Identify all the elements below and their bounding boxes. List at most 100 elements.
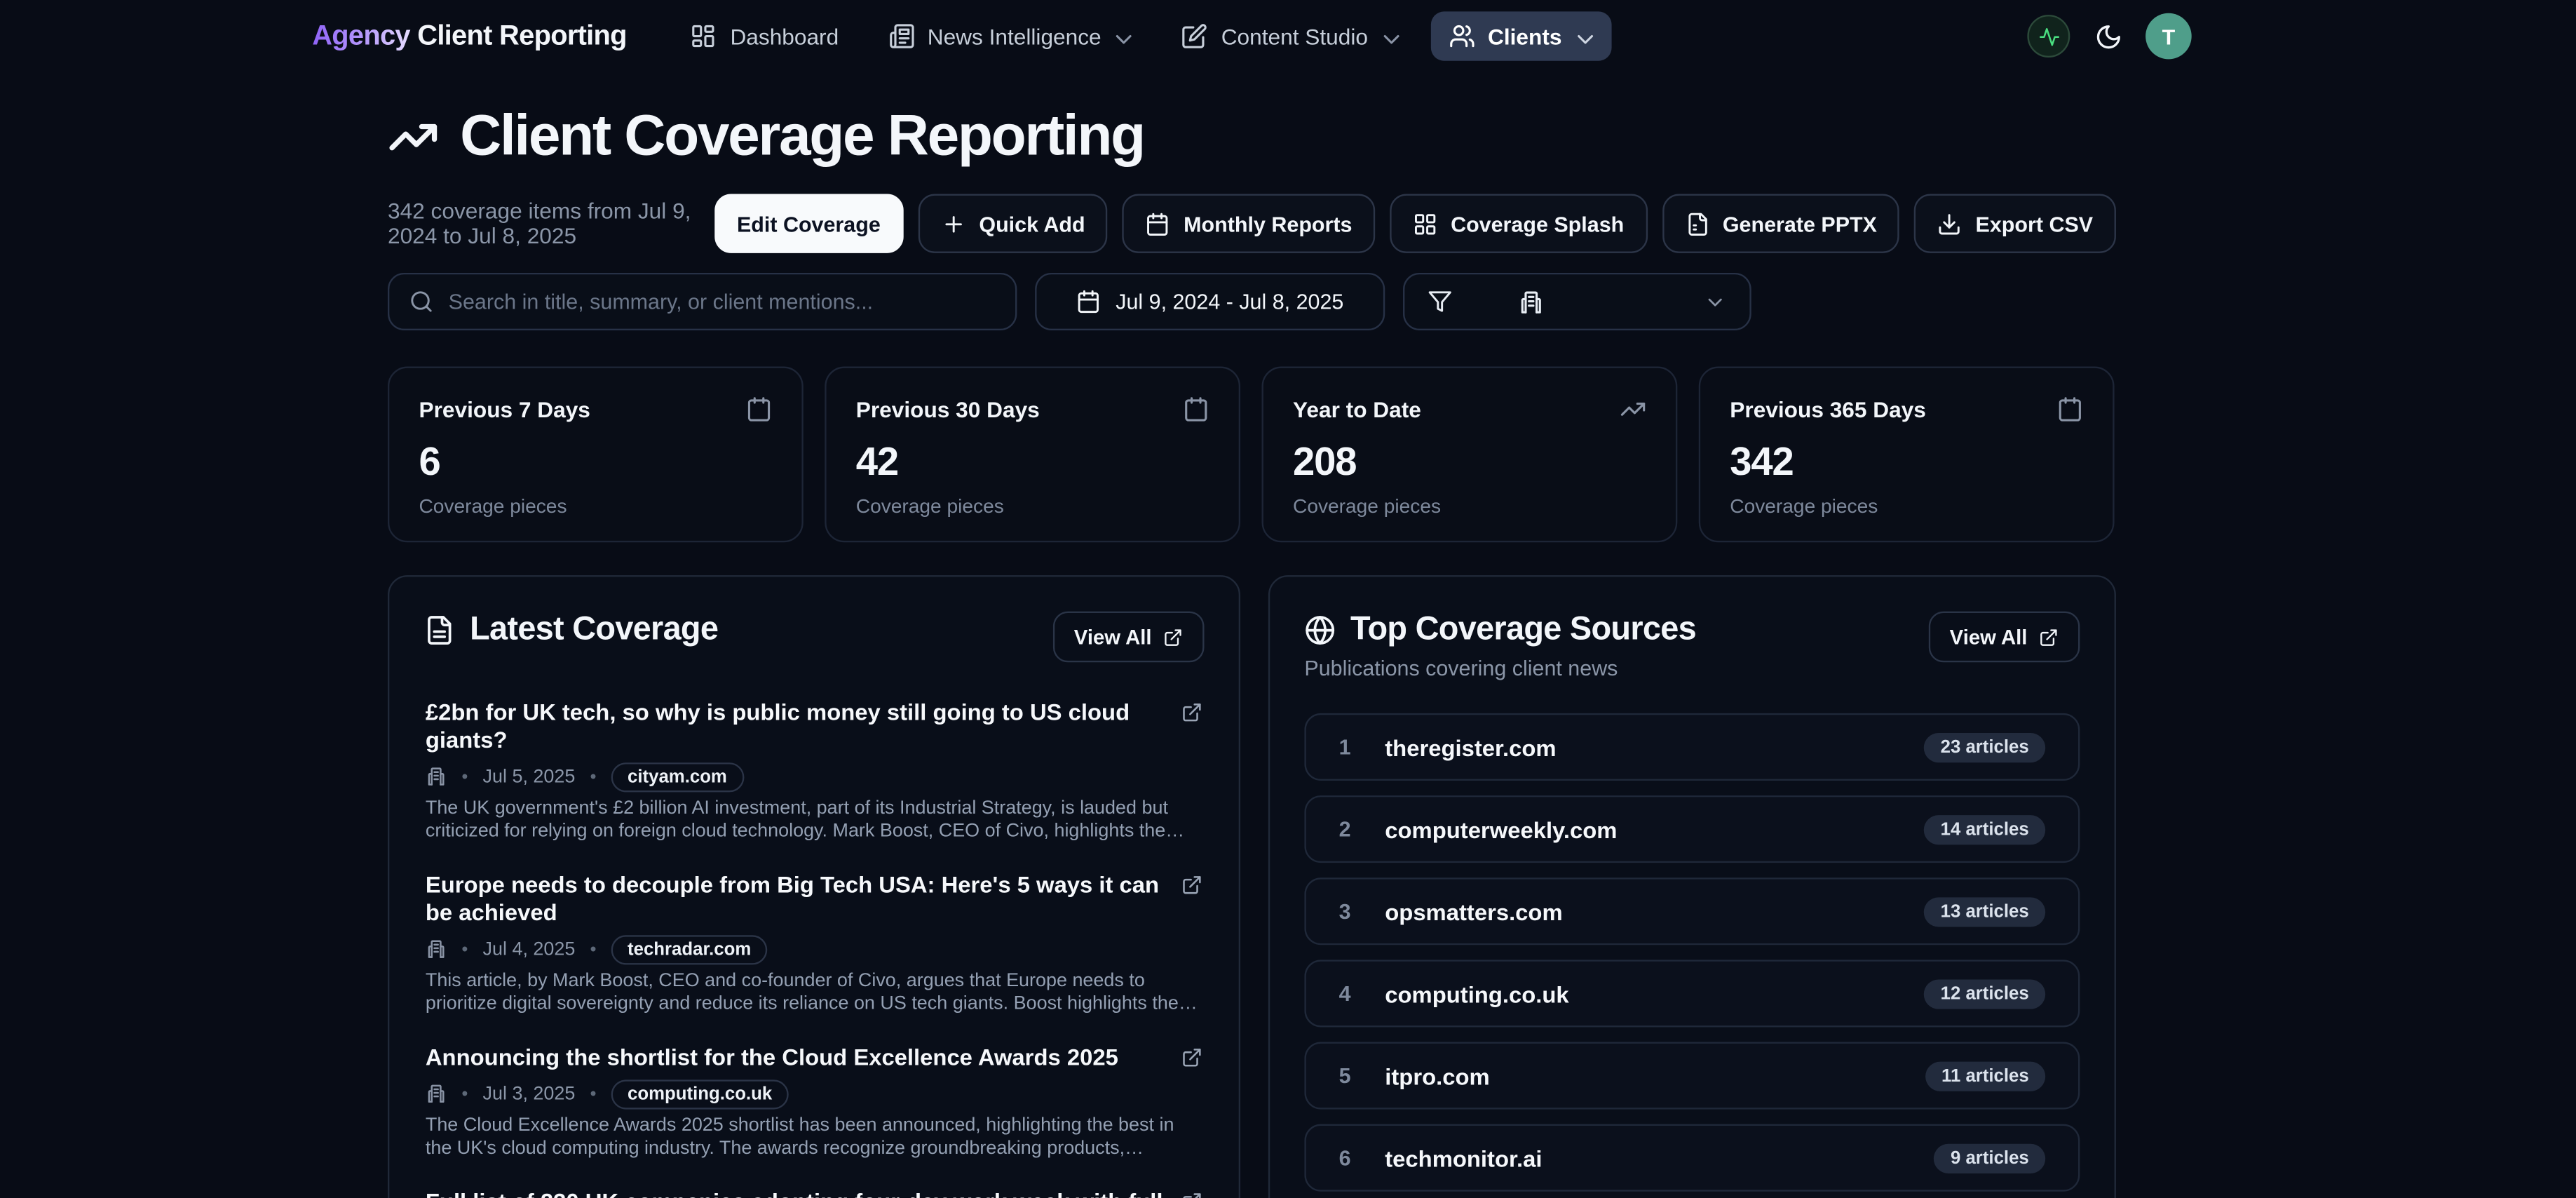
monthly-reports-button[interactable]: Monthly Reports xyxy=(1123,194,1375,253)
source-rank: 2 xyxy=(1339,817,1364,842)
external-link-icon[interactable] xyxy=(1181,1192,1202,1198)
top-sources-title: Top Coverage Sources xyxy=(1350,612,1696,650)
quick-add-button[interactable]: Quick Add xyxy=(918,194,1109,253)
external-link-icon xyxy=(2039,627,2059,647)
article-title-link[interactable]: Announcing the shortlist for the Cloud E… xyxy=(426,1044,1118,1072)
globe-icon xyxy=(1304,614,1336,646)
source-row[interactable]: 1 theregister.com 23 articles xyxy=(1304,713,2080,781)
article-title-link[interactable]: £2bn for UK tech, so why is public money… xyxy=(426,699,1165,755)
latest-coverage-panel: Latest Coverage View All £2bn for UK tec… xyxy=(388,575,1240,1198)
download-icon xyxy=(1938,211,1962,236)
export-csv-button[interactable]: Export CSV xyxy=(1915,194,2116,253)
client-filter-select[interactable] xyxy=(1403,273,1751,330)
nav-item-content-studio[interactable]: Content Studio xyxy=(1164,11,1418,60)
source-row[interactable]: 3 opsmatters.com 13 articles xyxy=(1304,877,2080,945)
external-link-icon[interactable] xyxy=(1181,875,1202,896)
user-avatar[interactable]: T xyxy=(2145,13,2192,60)
article-source-pill[interactable]: cityam.com xyxy=(611,762,744,791)
article-title-link[interactable]: Europe needs to decouple from Big Tech U… xyxy=(426,871,1165,927)
plus-icon xyxy=(941,211,965,236)
view-all-label: View All xyxy=(1950,626,2028,649)
stat-card-previous-30-days: Previous 30 Days 42 Coverage pieces xyxy=(825,367,1240,543)
article-summary: The Cloud Excellence Awards 2025 shortli… xyxy=(426,1116,1202,1160)
edit-coverage-label: Edit Coverage xyxy=(737,211,881,236)
stat-card-year-to-date: Year to Date 208 Coverage pieces xyxy=(1262,367,1678,543)
source-row[interactable]: 4 computing.co.uk 12 articles xyxy=(1304,960,2080,1027)
article-date: Jul 3, 2025 xyxy=(483,1084,576,1103)
stat-value: 6 xyxy=(419,440,772,487)
file-text-icon xyxy=(1685,211,1709,236)
search-input[interactable] xyxy=(449,289,996,314)
generate-pptx-button[interactable]: Generate PPTX xyxy=(1662,194,1900,253)
source-row[interactable]: 5 itpro.com 11 articles xyxy=(1304,1042,2080,1110)
top-sources-subtitle: Publications covering client news xyxy=(1304,656,1696,680)
article-date: Jul 5, 2025 xyxy=(483,767,576,786)
article-source-pill[interactable]: techradar.com xyxy=(611,934,768,964)
external-link-icon[interactable] xyxy=(1181,1047,1202,1068)
article-source-pill[interactable]: computing.co.uk xyxy=(611,1079,789,1108)
coverage-summary-text: 342 coverage items from Jul 9, 2024 to J… xyxy=(388,199,714,248)
article-item: Full list of 230 UK companies adopting f… xyxy=(426,1188,1202,1198)
page-header: Client Coverage Reporting xyxy=(388,104,2116,170)
quick-add-label: Quick Add xyxy=(979,211,1085,236)
pen-square-icon xyxy=(1181,23,1207,49)
nav-item-clients[interactable]: Clients xyxy=(1430,11,1611,60)
building-icon xyxy=(426,938,447,960)
source-domain: itpro.com xyxy=(1385,1063,1489,1089)
external-link-icon xyxy=(1163,627,1183,647)
search-box xyxy=(388,273,1017,330)
source-row[interactable]: 2 computerweekly.com 14 articles xyxy=(1304,795,2080,863)
source-rank: 4 xyxy=(1339,981,1364,1006)
article-date: Jul 4, 2025 xyxy=(483,939,576,959)
activity-pulse-icon xyxy=(2038,25,2059,46)
source-domain: computing.co.uk xyxy=(1385,981,1568,1007)
sources-view-all-button[interactable]: View All xyxy=(1928,612,2080,663)
coverage-splash-label: Coverage Splash xyxy=(1451,211,1624,236)
nav-item-dashboard[interactable]: Dashboard xyxy=(672,11,857,60)
source-rank: 5 xyxy=(1339,1063,1364,1088)
export-csv-label: Export CSV xyxy=(1976,211,2094,236)
source-domain: techmonitor.ai xyxy=(1385,1145,1542,1171)
nav-menu: Dashboard News Intelligence Content Stud… xyxy=(672,11,1611,60)
coverage-splash-button[interactable]: Coverage Splash xyxy=(1390,194,1647,253)
articles-list: £2bn for UK tech, so why is public money… xyxy=(389,662,1238,1198)
stat-caption: Coverage pieces xyxy=(1293,494,1646,518)
latest-view-all-button[interactable]: View All xyxy=(1052,612,1204,663)
top-nav: Agency Client Reporting Dashboard News I… xyxy=(0,0,2576,72)
source-article-count-badge: 14 articles xyxy=(1924,814,2045,844)
date-range-picker[interactable]: Jul 9, 2024 - Jul 8, 2025 xyxy=(1035,273,1385,330)
external-link-icon[interactable] xyxy=(1181,702,1202,723)
grid-icon xyxy=(1413,211,1437,236)
stats-row: Previous 7 Days 6 Coverage pieces Previo… xyxy=(388,367,2116,543)
moon-icon xyxy=(2094,22,2122,51)
edit-coverage-button[interactable]: Edit Coverage xyxy=(714,194,903,253)
chevron-down-icon xyxy=(1111,25,1132,46)
calendar-icon xyxy=(1146,211,1170,236)
dark-mode-toggle[interactable] xyxy=(2088,16,2127,55)
stat-value: 208 xyxy=(1293,440,1646,487)
brand-rest: Client Reporting xyxy=(417,20,627,51)
toolbar-row: 342 coverage items from Jul 9, 2024 to J… xyxy=(388,194,2116,253)
nav-item-label: Content Studio xyxy=(1221,24,1368,48)
stat-label: Previous 365 Days xyxy=(1730,397,1926,422)
funnel-icon xyxy=(1428,289,1452,314)
stat-caption: Coverage pieces xyxy=(419,494,772,518)
brand-logo[interactable]: Agency Client Reporting xyxy=(312,20,627,53)
article-title-link[interactable]: Full list of 230 UK companies adopting f… xyxy=(426,1188,1165,1198)
activity-status-button[interactable] xyxy=(2027,15,2070,58)
source-article-count-badge: 9 articles xyxy=(1934,1143,2046,1173)
source-row[interactable]: 6 techmonitor.ai 9 articles xyxy=(1304,1124,2080,1192)
sources-list: 1 theregister.com 23 articles 2 computer… xyxy=(1270,680,2114,1192)
nav-item-label: Clients xyxy=(1488,24,1561,48)
source-domain: opsmatters.com xyxy=(1385,898,1562,924)
main-content: Client Coverage Reporting 342 coverage i… xyxy=(388,104,2116,1198)
nav-item-news-intelligence[interactable]: News Intelligence xyxy=(870,11,1151,60)
stat-label: Year to Date xyxy=(1293,397,1421,422)
chevron-down-icon xyxy=(1572,25,1593,46)
article-summary: This article, by Mark Boost, CEO and co-… xyxy=(426,971,1202,1016)
page-title: Client Coverage Reporting xyxy=(460,104,1144,170)
article-item: £2bn for UK tech, so why is public money… xyxy=(426,699,1202,843)
stat-caption: Coverage pieces xyxy=(856,494,1209,518)
top-sources-panel: Top Coverage Sources Publications coveri… xyxy=(1268,575,2116,1198)
trending-up-icon xyxy=(388,111,439,162)
